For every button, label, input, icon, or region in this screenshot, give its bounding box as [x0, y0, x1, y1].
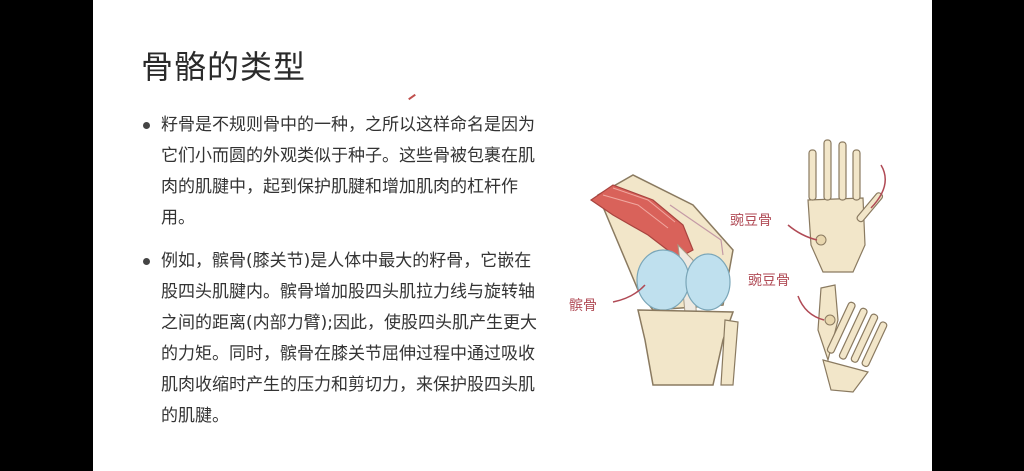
patella-label: 髌骨 — [569, 298, 597, 314]
pisiform-foot-label: 豌豆骨 — [748, 273, 790, 289]
pisiform-hand-label: 豌豆骨 — [730, 213, 772, 229]
bone-illustration — [589, 139, 888, 393]
knee-illustration — [589, 174, 739, 386]
hand-illustration — [787, 139, 886, 273]
foot-illustration — [797, 284, 888, 393]
slide: 骨骼的类型 籽骨是不规则骨中的一种，之所以这样命名是因为它们小而圆的外观类似于种… — [93, 0, 932, 471]
